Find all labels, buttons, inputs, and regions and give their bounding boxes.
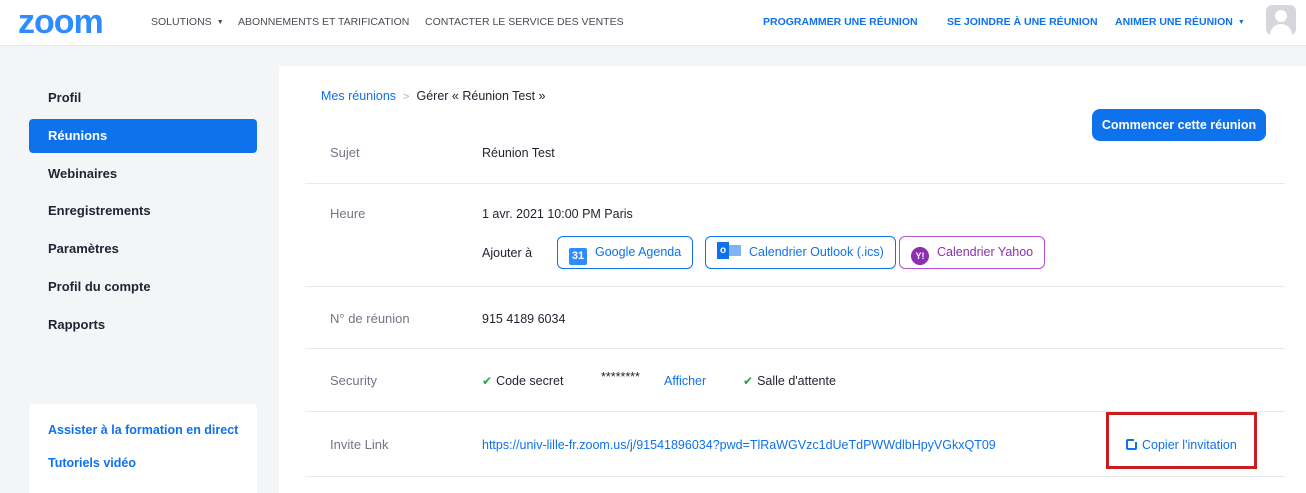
caret-down-icon: ▼ — [1237, 19, 1245, 26]
breadcrumb-current: Gérer « Réunion Test » — [416, 89, 546, 103]
nav-solutions[interactable]: SOLUTIONS ▼ — [151, 16, 224, 28]
sidebar-item-account-profile[interactable]: Profil du compte — [29, 270, 257, 304]
divider — [305, 183, 1285, 184]
google-calendar-button[interactable]: 31 Google Agenda — [557, 236, 694, 269]
video-tutorials-link[interactable]: Tutoriels vidéo — [48, 456, 136, 470]
meeting-id-label: N° de réunion — [330, 311, 410, 326]
breadcrumb-my-meetings[interactable]: Mes réunions — [321, 89, 396, 103]
security-label: Security — [330, 373, 377, 388]
nav-contact-sales[interactable]: CONTACTER LE SERVICE DES VENTES — [425, 16, 624, 28]
zoom-logo[interactable]: zoom — [18, 5, 104, 39]
nav-schedule-meeting[interactable]: PROGRAMMER UNE RÉUNION — [763, 16, 918, 28]
checkmark-icon: ✔ — [482, 374, 493, 388]
outlook-calendar-button[interactable]: o Calendrier Outlook (.ics) — [705, 236, 896, 269]
breadcrumb: Mes réunions > Gérer « Réunion Test » — [321, 89, 546, 103]
divider — [305, 348, 1285, 349]
copy-invitation-button[interactable]: Copier l'invitation — [1126, 437, 1237, 452]
invite-link-label: Invite Link — [330, 437, 389, 452]
yahoo-icon: Y! — [911, 247, 929, 265]
time-value: 1 avr. 2021 10:00 PM Paris — [482, 207, 633, 221]
sidebar-item-meetings[interactable]: Réunions — [29, 119, 257, 153]
sidebar-item-profile[interactable]: Profil — [29, 81, 257, 115]
time-label: Heure — [330, 206, 366, 221]
waiting-room-item: ✔ Salle d'attente — [743, 374, 836, 388]
nav-host-meeting[interactable]: ANIMER UNE RÉUNION ▼ — [1115, 16, 1245, 28]
nav-join-meeting[interactable]: SE JOINDRE À UNE RÉUNION — [947, 16, 1098, 28]
sidebar-item-recordings[interactable]: Enregistrements — [29, 194, 257, 228]
show-passcode-link[interactable]: Afficher — [664, 374, 706, 388]
passcode-item: ✔ Code secret — [482, 374, 564, 388]
meeting-id-value: 915 4189 6034 — [482, 312, 566, 326]
copy-icon — [1126, 437, 1139, 450]
live-training-link[interactable]: Assister à la formation en direct — [48, 423, 238, 437]
passcode-value: ******** — [601, 370, 640, 384]
add-to-label: Ajouter à — [482, 246, 533, 260]
outlook-icon: o — [717, 242, 741, 259]
sidebar-item-webinars[interactable]: Webinaires — [29, 157, 257, 191]
divider — [305, 286, 1285, 287]
topic-label: Sujet — [330, 145, 360, 160]
avatar[interactable] — [1266, 5, 1296, 35]
divider — [305, 476, 1285, 477]
sidebar-item-settings[interactable]: Paramètres — [29, 232, 257, 266]
start-meeting-button[interactable]: Commencer cette réunion — [1092, 109, 1266, 141]
caret-down-icon: ▼ — [216, 19, 224, 26]
nav-pricing[interactable]: ABONNEMENTS ET TARIFICATION — [238, 16, 409, 28]
topic-value: Réunion Test — [482, 146, 555, 160]
top-nav: zoom SOLUTIONS ▼ ABONNEMENTS ET TARIFICAT… — [0, 0, 1306, 46]
checkmark-icon: ✔ — [743, 374, 754, 388]
google-calendar-icon: 31 — [569, 248, 587, 265]
breadcrumb-separator: > — [403, 91, 410, 103]
sidebar-item-reports[interactable]: Rapports — [29, 308, 257, 342]
yahoo-calendar-button[interactable]: Y! Calendrier Yahoo — [899, 236, 1046, 269]
invite-url-link[interactable]: https://univ-lille-fr.zoom.us/j/91541896… — [482, 438, 996, 452]
sidebar-help-panel: Assister à la formation en direct Tutori… — [29, 404, 257, 493]
